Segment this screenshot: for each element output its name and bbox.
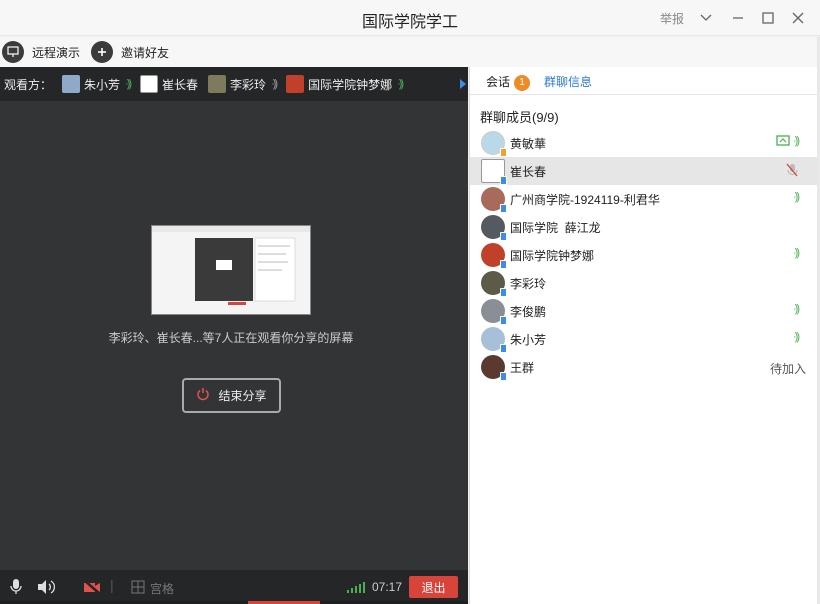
member-status: ·))	[776, 135, 800, 147]
voice-signal-icon: ·))	[793, 135, 800, 147]
tab-session[interactable]: 会话 1	[486, 73, 531, 91]
chevron-down-icon[interactable]	[694, 6, 718, 30]
members-title: 群聊成员(9/9)	[480, 110, 559, 125]
viewer-name: 国际学院钟梦娜	[308, 77, 393, 92]
voice-signal-icon: ·))	[793, 247, 800, 259]
viewer-name: 崔长春	[162, 77, 199, 92]
device-badge-icon	[500, 260, 507, 269]
device-badge-icon	[500, 232, 507, 241]
viewer-item[interactable]: 国际学院钟梦娜 ·))	[286, 75, 404, 93]
member-row[interactable]: 朱小芳 ·))	[470, 325, 818, 353]
call-control-bar: | 宫格 07:17 退出	[0, 570, 468, 604]
device-badge-icon	[500, 148, 507, 157]
watching-status-text: 李彩玲、崔长春...等7人正在观看你分享的屏幕	[108, 331, 354, 345]
mic-muted-icon	[786, 163, 798, 177]
end-share-button[interactable]: 结束分享	[182, 378, 281, 413]
member-name: 国际学院钟梦娜	[510, 248, 595, 263]
viewer-item[interactable]: 崔长春	[140, 75, 198, 93]
end-share-label: 结束分享	[218, 389, 267, 403]
avatar	[208, 75, 227, 93]
member-name: 李俊鹏	[510, 304, 547, 319]
device-badge-icon	[500, 372, 507, 381]
signal-strength-icon	[347, 580, 367, 597]
member-row[interactable]: 黄敏華 ·))	[470, 129, 818, 157]
member-name: 崔长春	[510, 164, 547, 179]
device-badge-icon	[500, 176, 507, 185]
voice-signal-icon: ·))	[793, 303, 800, 315]
voice-signal-icon: ·))	[793, 331, 800, 343]
call-timer: 07:17	[372, 580, 403, 594]
member-name: 国际学院 薛江龙	[510, 220, 601, 235]
grid-view-label[interactable]: 宫格	[150, 580, 174, 597]
member-row[interactable]: 王群 待加入	[470, 353, 818, 381]
device-badge-icon	[500, 288, 507, 297]
grid-icon[interactable]	[131, 580, 145, 597]
speaker-icon[interactable]	[36, 578, 56, 599]
power-icon	[196, 387, 210, 404]
member-name: 李彩玲	[510, 276, 547, 291]
signal-icon: ·))	[271, 78, 278, 90]
avatar	[286, 75, 305, 93]
avatar	[481, 159, 507, 185]
camera-off-icon[interactable]	[82, 578, 102, 599]
member-row[interactable]: 李彩玲	[470, 269, 818, 297]
screen-share-panel: 观看方： 朱小芳 ·)) 崔长春 李彩玲 ·)) 国际学院钟梦娜 ·)) 李彩玲…	[0, 67, 468, 604]
device-badge-icon	[500, 316, 507, 325]
toolbar: 远程演示 邀请好友	[0, 37, 820, 67]
voice-signal-icon: ·))	[793, 191, 800, 203]
panel-tabs: 会话 1 群聊信息	[470, 67, 818, 95]
member-name: 朱小芳	[510, 332, 547, 347]
remote-demo-button[interactable]: 远程演示	[2, 40, 80, 64]
tab-session-label: 会话	[486, 75, 511, 89]
avatar	[481, 131, 507, 157]
avatar	[481, 355, 507, 381]
report-button[interactable]: 举报	[660, 10, 684, 27]
viewers-bar: 观看方： 朱小芳 ·)) 崔长春 李彩玲 ·)) 国际学院钟梦娜 ·))	[0, 67, 468, 101]
member-name: 黄敏華	[510, 136, 547, 151]
tab-group-info[interactable]: 群聊信息	[544, 73, 592, 90]
unread-badge: 1	[514, 74, 531, 91]
member-row[interactable]: 国际学院钟梦娜 ·))	[470, 241, 818, 269]
invite-label: 邀请好友	[121, 45, 170, 60]
viewer-name: 李彩玲	[230, 77, 267, 92]
minimize-button[interactable]	[726, 6, 750, 30]
device-badge-icon	[500, 344, 507, 353]
signal-icon: ·))	[125, 78, 132, 90]
screen-share-icon	[776, 135, 790, 146]
avatar	[481, 243, 507, 269]
member-row[interactable]: 国际学院 薛江龙	[470, 213, 818, 241]
scroll-right-arrow-icon[interactable]	[460, 79, 466, 89]
avatar	[481, 299, 507, 325]
avatar	[481, 271, 507, 297]
remote-demo-label: 远程演示	[32, 45, 81, 60]
pending-status: 待加入	[769, 362, 806, 376]
member-name: 王群	[510, 360, 535, 375]
close-button[interactable]	[786, 6, 810, 30]
presentation-icon	[2, 41, 24, 63]
avatar	[481, 215, 507, 241]
member-row[interactable]: 广州商学院-1924119-利君华 ·))	[470, 185, 818, 213]
maximize-button[interactable]	[756, 6, 780, 30]
avatar	[140, 75, 159, 93]
screen-preview-thumbnail	[151, 225, 311, 315]
device-badge-icon	[500, 204, 507, 213]
add-chat-icon	[91, 41, 113, 63]
title-bar: 国际学院学工 举报	[0, 0, 820, 36]
viewer-item[interactable]: 李彩玲 ·))	[208, 75, 278, 93]
member-row[interactable]: 崔长春	[470, 157, 818, 185]
signal-icon: ·))	[397, 78, 404, 90]
member-name: 广州商学院-1924119-利君华	[510, 192, 660, 207]
avatar	[481, 327, 507, 353]
viewer-item[interactable]: 朱小芳 ·))	[62, 75, 132, 93]
avatar	[481, 187, 507, 213]
microphone-icon[interactable]	[9, 578, 23, 599]
avatar	[62, 75, 81, 93]
member-row[interactable]: 李俊鹏 ·))	[470, 297, 818, 325]
invite-friends-button[interactable]: 邀请好友	[91, 40, 169, 64]
exit-button[interactable]: 退出	[409, 576, 458, 598]
group-panel: 会话 1 群聊信息 群聊成员(9/9) 黄敏華 ·)) 崔长春 广州商学院-192…	[469, 67, 818, 604]
viewer-name: 朱小芳	[84, 77, 121, 92]
divider: |	[110, 577, 114, 593]
viewers-label: 观看方：	[4, 77, 53, 92]
